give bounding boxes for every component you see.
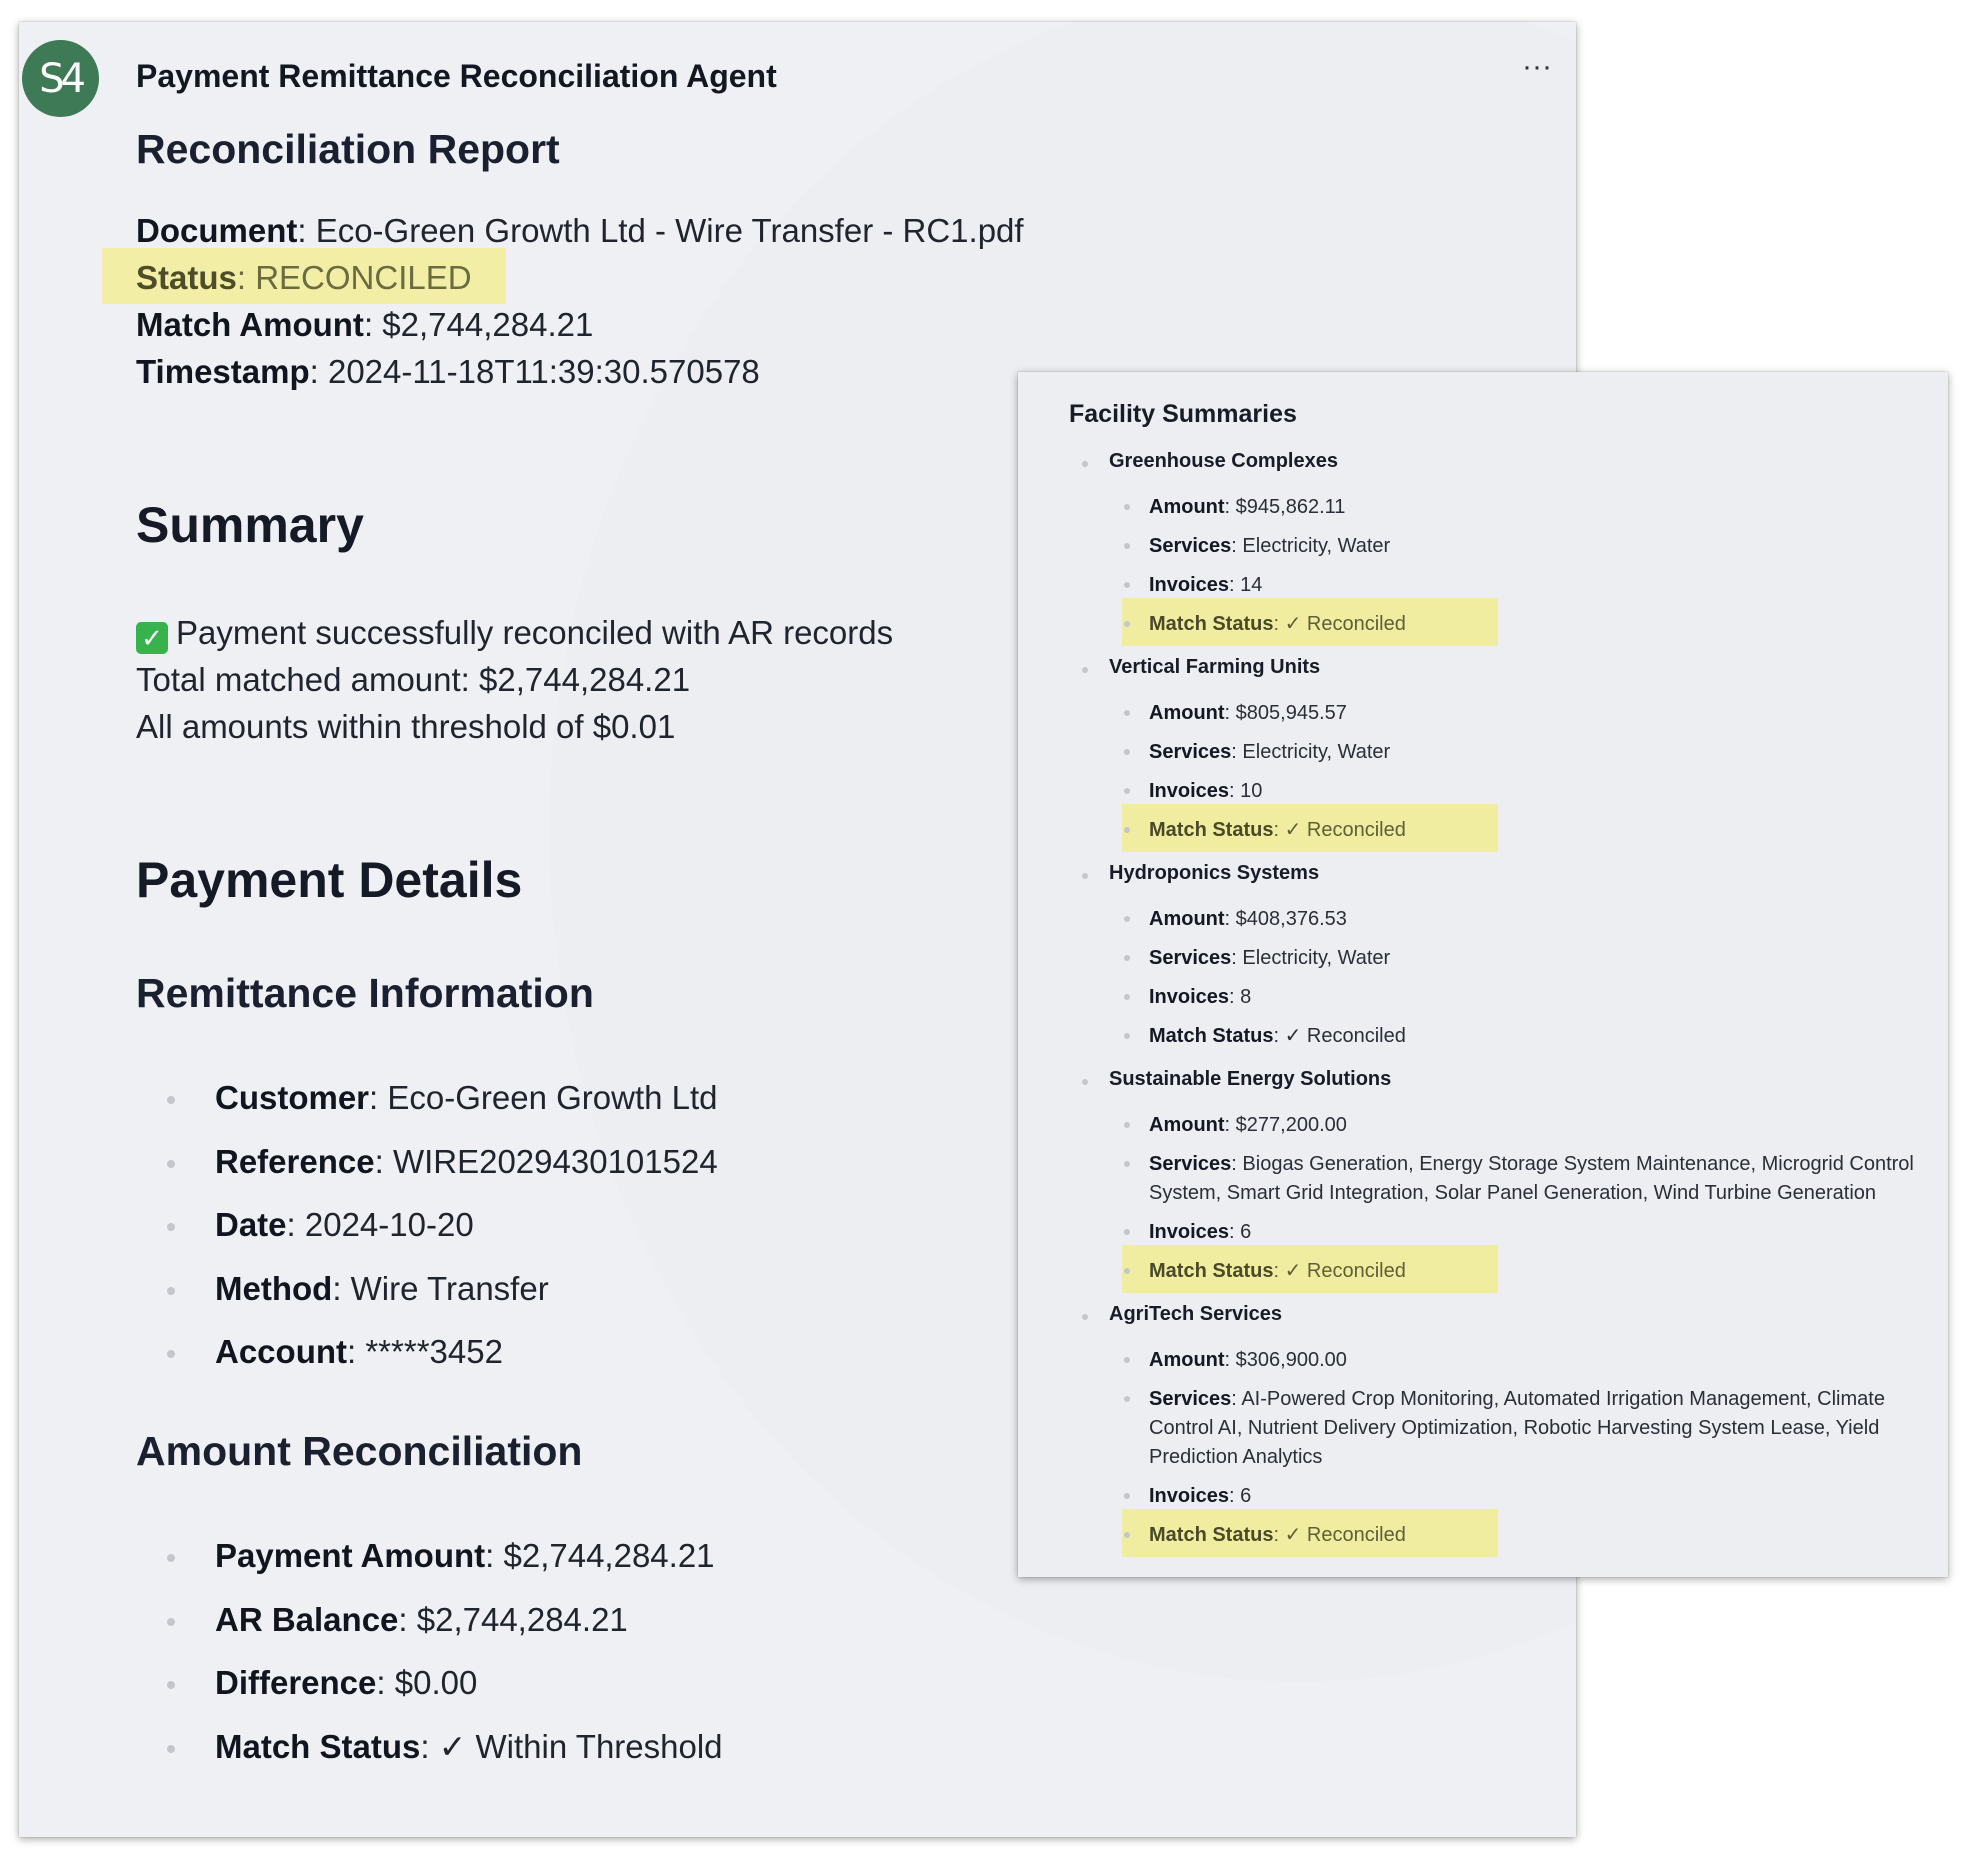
- bullet-dot: [1082, 667, 1088, 673]
- facility-services: Services: Electricity, Water: [1149, 535, 1391, 557]
- facility-amount: Amount: $408,376.53: [1149, 908, 1347, 930]
- summary-line-1-text: Payment successfully reconciled with AR …: [176, 614, 894, 651]
- list-item: Date: 2024-10-20: [159, 1205, 718, 1269]
- bullet-dot: [1124, 621, 1130, 627]
- more-options-icon[interactable]: ···: [1522, 50, 1552, 84]
- timestamp-row: Timestamp: 2024-11-18T11:39:30.570578: [136, 353, 760, 390]
- facility-match-status: Match Status: ✓ Reconciled: [1149, 613, 1406, 635]
- bullet-dot: [1124, 788, 1130, 794]
- list-item: Match Status: ✓ Within Threshold: [159, 1727, 723, 1791]
- facility-match-status: Match Status: ✓ Reconciled: [1149, 819, 1406, 841]
- bullet-dot: [1124, 1229, 1130, 1235]
- status-value: RECONCILED: [255, 259, 472, 296]
- bullet-dot: [1124, 994, 1130, 1000]
- facility-invoices: Invoices: 10: [1149, 780, 1263, 802]
- summary-line-2: Total matched amount: $2,744,284.21: [136, 661, 691, 698]
- facility-amount: Amount: $805,945.57: [1149, 702, 1347, 724]
- facility-match-status: Match Status: ✓ Reconciled: [1149, 1524, 1406, 1546]
- status-label: Status: [136, 259, 237, 296]
- facility-invoices: Invoices: 8: [1149, 986, 1252, 1008]
- list-item: Method: Wire Transfer: [159, 1269, 718, 1333]
- bullet-dot: [1124, 1122, 1130, 1128]
- list-item: Payment Amount: $2,744,284.21: [159, 1536, 723, 1600]
- facility-services: Services: AI-Powered Crop Monitoring, Au…: [1149, 1388, 1885, 1468]
- facility-name: Greenhouse Complexes: [1109, 450, 1338, 472]
- facility-name: Hydroponics Systems: [1109, 862, 1320, 884]
- bullet-dot: [1124, 827, 1130, 833]
- bullet-dot: [1124, 1357, 1130, 1363]
- report-title: Reconciliation Report: [136, 126, 560, 172]
- facility-services: Services: Biogas Generation, Energy Stor…: [1149, 1153, 1914, 1204]
- summary-heading: Summary: [136, 497, 364, 553]
- bullet-dot: [1082, 1079, 1088, 1085]
- facility-amount: Amount: $306,900.00: [1149, 1349, 1347, 1371]
- facility-invoices: Invoices: 14: [1149, 574, 1263, 596]
- document-label: Document: [136, 212, 298, 249]
- bullet-dot: [1124, 582, 1130, 588]
- summary-line-3: All amounts within threshold of $0.01: [136, 708, 676, 745]
- bullet-dot: [1082, 1314, 1088, 1320]
- payment-details-heading: Payment Details: [136, 852, 523, 908]
- status-row: Status: RECONCILED: [136, 259, 472, 296]
- document-row: Document: Eco-Green Growth Ltd - Wire Tr…: [136, 212, 1024, 249]
- bullet-dot: [1124, 955, 1130, 961]
- facility-summaries-card: Facility Summaries Greenhouse Complexes …: [1018, 372, 1948, 1577]
- match-amount-row: Match Amount: $2,744,284.21: [136, 306, 594, 343]
- document-value: Eco-Green Growth Ltd - Wire Transfer - R…: [315, 212, 1024, 249]
- match-amount-value: $2,744,284.21: [382, 306, 594, 343]
- facility-invoices: Invoices: 6: [1149, 1221, 1252, 1243]
- facility-amount: Amount: $277,200.00: [1149, 1114, 1347, 1136]
- facility-match-status: Match Status: ✓ Reconciled: [1149, 1260, 1406, 1282]
- match-amount-label: Match Amount: [136, 306, 364, 343]
- facility-invoices: Invoices: 6: [1149, 1485, 1252, 1507]
- bullet-dot: [1124, 749, 1130, 755]
- bullet-dot: [1082, 873, 1088, 879]
- timestamp-value: 2024-11-18T11:39:30.570578: [327, 353, 760, 390]
- facility-summaries-title: Facility Summaries: [1069, 400, 1297, 428]
- bullet-dot: [1124, 1532, 1130, 1538]
- summary-line-1: ✓ Payment successfully reconciled with AR…: [136, 614, 893, 654]
- bullet-dot: [1124, 504, 1130, 510]
- agent-name: Payment Remittance Reconciliation Agent: [136, 58, 777, 94]
- list-item: Customer: Eco-Green Growth Ltd: [159, 1078, 718, 1142]
- bullet-dot: [1124, 916, 1130, 922]
- bullet-dot: [1124, 1493, 1130, 1499]
- check-mark-icon: ✓: [136, 622, 168, 654]
- bullet-dot: [1124, 1396, 1130, 1402]
- agent-avatar: S4: [22, 40, 99, 117]
- bullet-dot: [1124, 1033, 1130, 1039]
- facility-services: Services: Electricity, Water: [1149, 947, 1391, 969]
- remittance-heading: Remittance Information: [136, 970, 594, 1016]
- facility-name: AgriTech Services: [1109, 1303, 1283, 1325]
- bullet-dot: [1124, 1161, 1130, 1167]
- amount-list: Payment Amount: $2,744,284.21 AR Balance…: [159, 1536, 723, 1790]
- facility-name: Sustainable Energy Solutions: [1109, 1068, 1392, 1090]
- bullet-dot: [1082, 461, 1088, 467]
- remittance-list: Customer: Eco-Green Growth Ltd Reference…: [159, 1078, 718, 1396]
- list-item: AR Balance: $2,744,284.21: [159, 1600, 723, 1664]
- facility-name: Vertical Farming Units: [1109, 656, 1321, 678]
- facility-services: Services: Electricity, Water: [1149, 741, 1391, 763]
- list-item: Account: *****3452: [159, 1332, 718, 1396]
- bullet-dot: [1124, 710, 1130, 716]
- amount-reconciliation-heading: Amount Reconciliation: [136, 1428, 583, 1474]
- list-item: Reference: WIRE2029430101524: [159, 1142, 718, 1206]
- bullet-dot: [1124, 543, 1130, 549]
- list-item: Difference: $0.00: [159, 1663, 723, 1727]
- facility-amount: Amount: $945,862.11: [1149, 496, 1346, 518]
- timestamp-label: Timestamp: [136, 353, 310, 390]
- facility-match-status: Match Status: ✓ Reconciled: [1149, 1025, 1406, 1047]
- bullet-dot: [1124, 1268, 1130, 1274]
